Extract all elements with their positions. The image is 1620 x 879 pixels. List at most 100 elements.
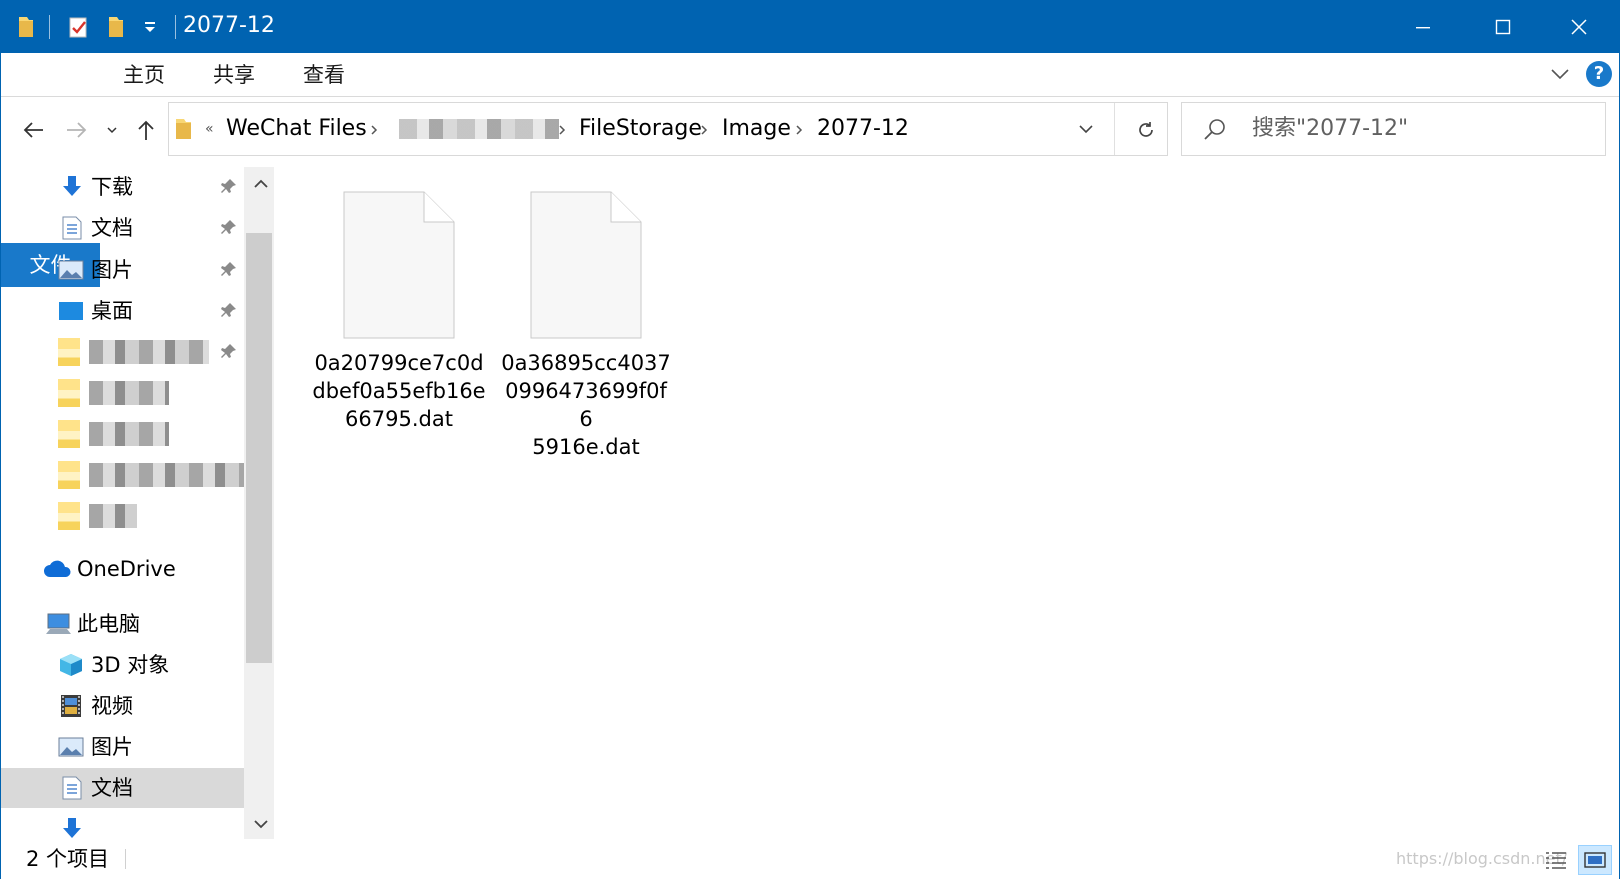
chevron-down-icon — [107, 127, 117, 134]
arrow-up-icon — [138, 120, 154, 140]
blank-file-icon — [530, 191, 642, 339]
new-folder-icon[interactable] — [103, 13, 129, 41]
chevron-down-icon — [1079, 125, 1093, 134]
address-bar[interactable]: « WeChat Files FileStorage Image 2077-12 — [168, 102, 1168, 156]
nav-scrollbar-thumb[interactable] — [246, 233, 272, 663]
expand-ribbon-button[interactable] — [1549, 63, 1571, 89]
refresh-icon — [1139, 122, 1153, 137]
nav-item-label: 文档 — [91, 216, 133, 240]
nav-item-videos[interactable]: 视频 — [1, 686, 244, 726]
nav-item-documents-pc[interactable]: 文档 — [1, 768, 244, 808]
help-button[interactable]: ? — [1586, 61, 1612, 87]
nav-item-pictures[interactable]: 图片 — [1, 250, 244, 290]
pin-icon[interactable] — [220, 342, 238, 360]
close-button[interactable] — [1539, 1, 1619, 53]
download-icon — [63, 818, 81, 838]
pin-icon[interactable] — [220, 177, 238, 195]
pin-icon[interactable] — [220, 301, 238, 319]
title-separator — [175, 15, 176, 39]
maximize-icon — [1495, 19, 1511, 35]
file-item[interactable]: 0a20799ce7c0d dbef0a55efb16e 66795.dat — [304, 191, 494, 433]
title-separator — [49, 15, 50, 39]
forward-button[interactable] — [61, 115, 93, 145]
folder-icon — [58, 338, 80, 366]
breadcrumb-filestorage[interactable]: FileStorage — [579, 103, 702, 155]
redacted-user-folder[interactable] — [399, 119, 559, 139]
tab-home[interactable]: 主页 — [111, 53, 177, 97]
nav-item-onedrive[interactable]: OneDrive — [1, 549, 244, 589]
nav-item-redacted-folder[interactable] — [1, 414, 244, 454]
scroll-up-icon[interactable] — [252, 177, 270, 191]
status-bar: 2 个项目 https://blog.csdn.net/ — [1, 839, 1619, 879]
nav-item-downloads[interactable]: 下载 — [1, 167, 244, 207]
minimize-icon — [1416, 27, 1430, 29]
large-icons-view-button[interactable] — [1578, 845, 1612, 875]
pin-icon[interactable] — [220, 218, 238, 236]
pin-icon[interactable] — [220, 260, 238, 278]
file-item[interactable]: 0a36895cc4037 0996473699f0f6 5916e.dat — [491, 191, 681, 461]
breadcrumb-overflow[interactable]: « — [205, 103, 214, 155]
nav-item-redacted-folder[interactable] — [1, 332, 244, 372]
close-icon — [1571, 19, 1587, 35]
details-view-button[interactable] — [1539, 845, 1573, 875]
folder-icon — [58, 461, 80, 489]
explorer-window: 2077-12 文件 主页 共享 查看 ? « WeChat Files Fil… — [0, 0, 1620, 879]
file-name: 0a36895cc4037 0996473699f0f6 5916e.dat — [501, 351, 671, 459]
tab-view[interactable]: 查看 — [291, 53, 357, 97]
breadcrumb-2077-12[interactable]: 2077-12 — [817, 103, 909, 155]
cloud-icon — [44, 560, 71, 577]
large-icons-view-icon — [1584, 852, 1606, 868]
scroll-down-icon[interactable] — [252, 817, 270, 831]
folder-icon — [58, 502, 80, 530]
nav-item-pictures-pc[interactable]: 图片 — [1, 727, 244, 767]
nav-item-label: 3D 对象 — [91, 653, 170, 677]
nav-item-label: 视频 — [91, 694, 133, 718]
folder-icon — [58, 420, 80, 448]
up-button[interactable] — [131, 115, 161, 145]
title-bar: 2077-12 — [1, 1, 1619, 53]
desktop-icon — [59, 302, 83, 320]
chevron-right-icon[interactable] — [794, 124, 804, 136]
folder-app-icon — [13, 13, 39, 41]
navigation-pane: 下载 文档 图片 桌面 OneDrive 此电脑 3D 对象 视频 图片 文档 — [1, 167, 276, 839]
breadcrumb-wechat-files[interactable]: WeChat Files — [226, 103, 367, 155]
nav-item-desktop[interactable]: 桌面 — [1, 291, 244, 331]
nav-item-label: 下载 — [91, 175, 133, 199]
chevron-right-icon[interactable] — [369, 124, 379, 136]
tab-share[interactable]: 共享 — [201, 53, 267, 97]
3d-objects-icon — [60, 654, 82, 676]
chevron-right-icon[interactable] — [699, 124, 709, 136]
nav-item-documents[interactable]: 文档 — [1, 208, 244, 248]
arrow-left-icon — [23, 122, 43, 138]
nav-item-label: 此电脑 — [77, 612, 140, 636]
search-icon — [1202, 117, 1228, 147]
nav-item-label: 桌面 — [91, 299, 133, 323]
recent-locations-button[interactable] — [101, 115, 123, 145]
search-box[interactable]: 搜索"2077-12" — [1181, 102, 1606, 156]
address-history-button[interactable] — [1077, 120, 1095, 142]
nav-item-redacted-folder[interactable] — [1, 373, 244, 413]
refresh-button[interactable] — [1131, 115, 1161, 145]
redacted-label — [89, 504, 137, 528]
nav-item-3d-objects[interactable]: 3D 对象 — [1, 645, 244, 685]
nav-item-redacted-folder[interactable] — [1, 496, 244, 536]
nav-item-downloads-pc[interactable] — [1, 809, 244, 839]
chevron-right-icon[interactable] — [557, 124, 567, 136]
nav-item-label: 图片 — [91, 258, 133, 282]
breadcrumb-image[interactable]: Image — [722, 103, 791, 155]
redacted-label — [89, 422, 169, 446]
picture-icon — [58, 260, 84, 280]
search-input[interactable]: 搜索"2077-12" — [1252, 103, 1408, 155]
redacted-label — [89, 381, 169, 405]
window-title: 2077-12 — [183, 13, 275, 38]
properties-icon[interactable] — [65, 13, 93, 41]
minimize-button[interactable] — [1383, 1, 1463, 53]
maximize-button[interactable] — [1463, 1, 1543, 53]
nav-item-this-pc[interactable]: 此电脑 — [1, 604, 244, 644]
customize-toolbar-dropdown-icon[interactable] — [139, 13, 161, 41]
nav-item-redacted-folder[interactable] — [1, 455, 244, 495]
address-divider — [1114, 103, 1115, 155]
back-button[interactable] — [17, 115, 49, 145]
navigation-bar: « WeChat Files FileStorage Image 2077-12… — [1, 97, 1619, 163]
document-icon — [62, 776, 82, 800]
